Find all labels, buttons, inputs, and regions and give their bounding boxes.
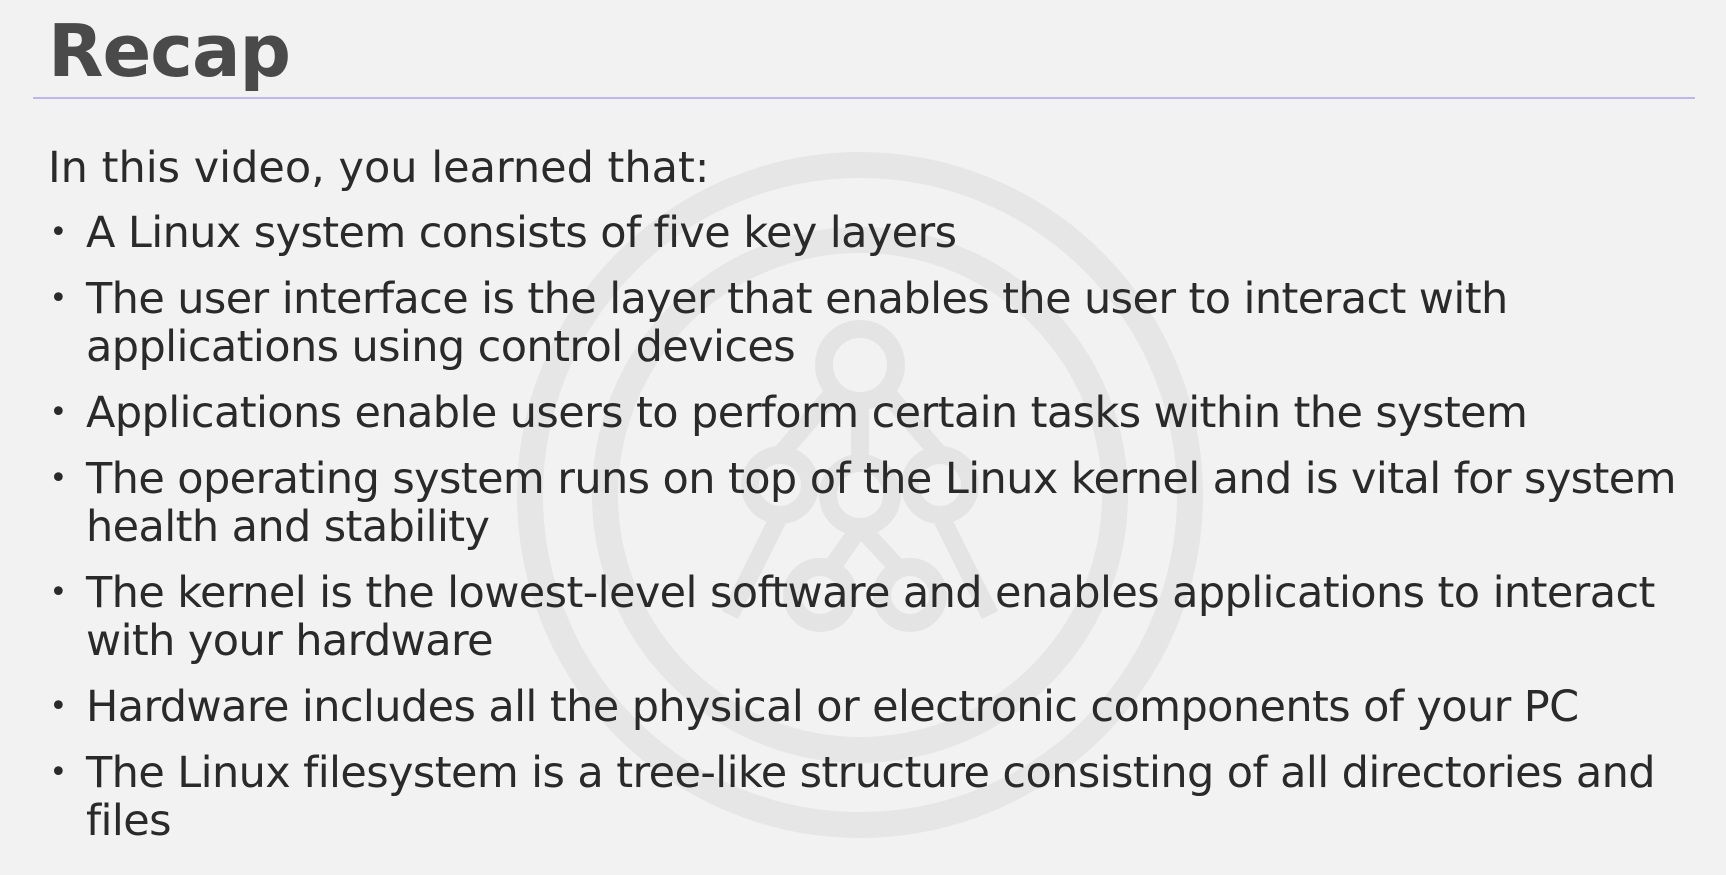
list-item: • Applications enable users to perform c… xyxy=(48,389,1708,437)
list-item-text: A Linux system consists of five key laye… xyxy=(86,208,957,258)
bullet-icon: • xyxy=(49,281,67,316)
list-item-text: The operating system runs on top of the … xyxy=(86,454,1677,552)
list-item: • The operating system runs on top of th… xyxy=(48,455,1708,551)
list-item: • The kernel is the lowest-level softwar… xyxy=(48,569,1708,665)
intro-text: In this video, you learned that: xyxy=(48,143,710,193)
slide-title: Recap xyxy=(48,9,291,93)
bullet-icon: • xyxy=(49,215,67,250)
recap-list: • A Linux system consists of five key la… xyxy=(48,209,1708,845)
list-item-text: Hardware includes all the physical or el… xyxy=(86,682,1579,732)
list-item: • The user interface is the layer that e… xyxy=(48,275,1708,371)
list-item-text: The Linux filesystem is a tree-like stru… xyxy=(86,748,1656,846)
list-item: • A Linux system consists of five key la… xyxy=(48,209,1708,257)
bullet-icon: • xyxy=(49,755,67,790)
title-divider xyxy=(33,97,1695,99)
list-item: • The Linux filesystem is a tree-like st… xyxy=(48,749,1708,845)
recap-content: In this video, you learned that: • A Lin… xyxy=(48,142,1708,863)
list-item-text: Applications enable users to perform cer… xyxy=(86,388,1528,438)
bullet-icon: • xyxy=(49,575,67,610)
bullet-icon: • xyxy=(49,461,67,496)
bullet-icon: • xyxy=(49,689,67,724)
list-item-text: The kernel is the lowest-level software … xyxy=(86,568,1655,666)
list-item-text: The user interface is the layer that ena… xyxy=(86,274,1508,372)
bullet-icon: • xyxy=(49,395,67,430)
list-item: • Hardware includes all the physical or … xyxy=(48,683,1708,731)
